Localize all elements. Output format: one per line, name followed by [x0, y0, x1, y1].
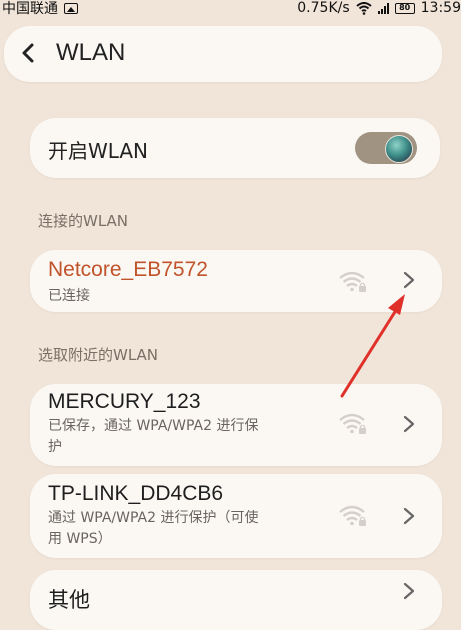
- wifi-status-icon: [355, 1, 372, 15]
- network-name: Netcore_EB7572: [48, 258, 208, 281]
- nearby-section-heading: 选取附近的WLAN: [38, 346, 159, 364]
- page-title: WLAN: [56, 39, 126, 66]
- wifi-locked-icon: [339, 413, 366, 434]
- header-bar: WLAN: [4, 26, 442, 82]
- network-detail-line1: 已保存，通过 WPA/WPA2 进行保: [48, 418, 259, 434]
- image-notification-icon: [64, 2, 78, 14]
- network-item[interactable]: TP-LINK_DD4CB6 通过 WPA/WPA2 进行保护（可使 用 WPS…: [30, 474, 442, 558]
- carrier-label: 中国联通: [2, 1, 58, 17]
- wlan-toggle-switch[interactable]: [355, 132, 417, 164]
- chevron-right-icon[interactable]: [402, 271, 416, 289]
- wlan-toggle-label: 开启WLAN: [48, 139, 149, 163]
- network-name: 其他: [48, 589, 90, 612]
- toggle-knob: [385, 135, 413, 163]
- network-speed: 0.75K/s: [297, 0, 350, 16]
- network-name: MERCURY_123: [48, 390, 201, 413]
- clock: 13:59: [420, 0, 461, 16]
- network-detail-line2: 护: [48, 439, 62, 455]
- network-name: TP-LINK_DD4CB6: [48, 482, 224, 505]
- network-detail-line1: 通过 WPA/WPA2 进行保护（可使: [48, 510, 259, 526]
- network-item[interactable]: MERCURY_123 已保存，通过 WPA/WPA2 进行保 护: [30, 384, 442, 466]
- network-detail-line2: 用 WPS）: [48, 531, 112, 547]
- battery-icon: 80: [394, 2, 415, 14]
- network-item-connected[interactable]: Netcore_EB7572 已连接: [30, 250, 442, 312]
- back-arrow-icon[interactable]: [18, 42, 40, 64]
- network-item-other[interactable]: 其他: [30, 570, 442, 630]
- chevron-right-icon[interactable]: [402, 507, 416, 525]
- wlan-toggle-row[interactable]: 开启WLAN: [30, 118, 440, 178]
- connected-section-heading: 连接的WLAN: [38, 212, 129, 230]
- chevron-right-icon[interactable]: [402, 415, 416, 433]
- status-bar: 中国联通 0.75K/s 80 13:59: [0, 0, 461, 20]
- network-status: 已连接: [48, 288, 90, 304]
- chevron-right-icon[interactable]: [402, 582, 416, 600]
- wifi-locked-icon: [339, 271, 366, 292]
- wifi-locked-icon: [339, 505, 366, 526]
- signal-strength-icon: [377, 2, 389, 14]
